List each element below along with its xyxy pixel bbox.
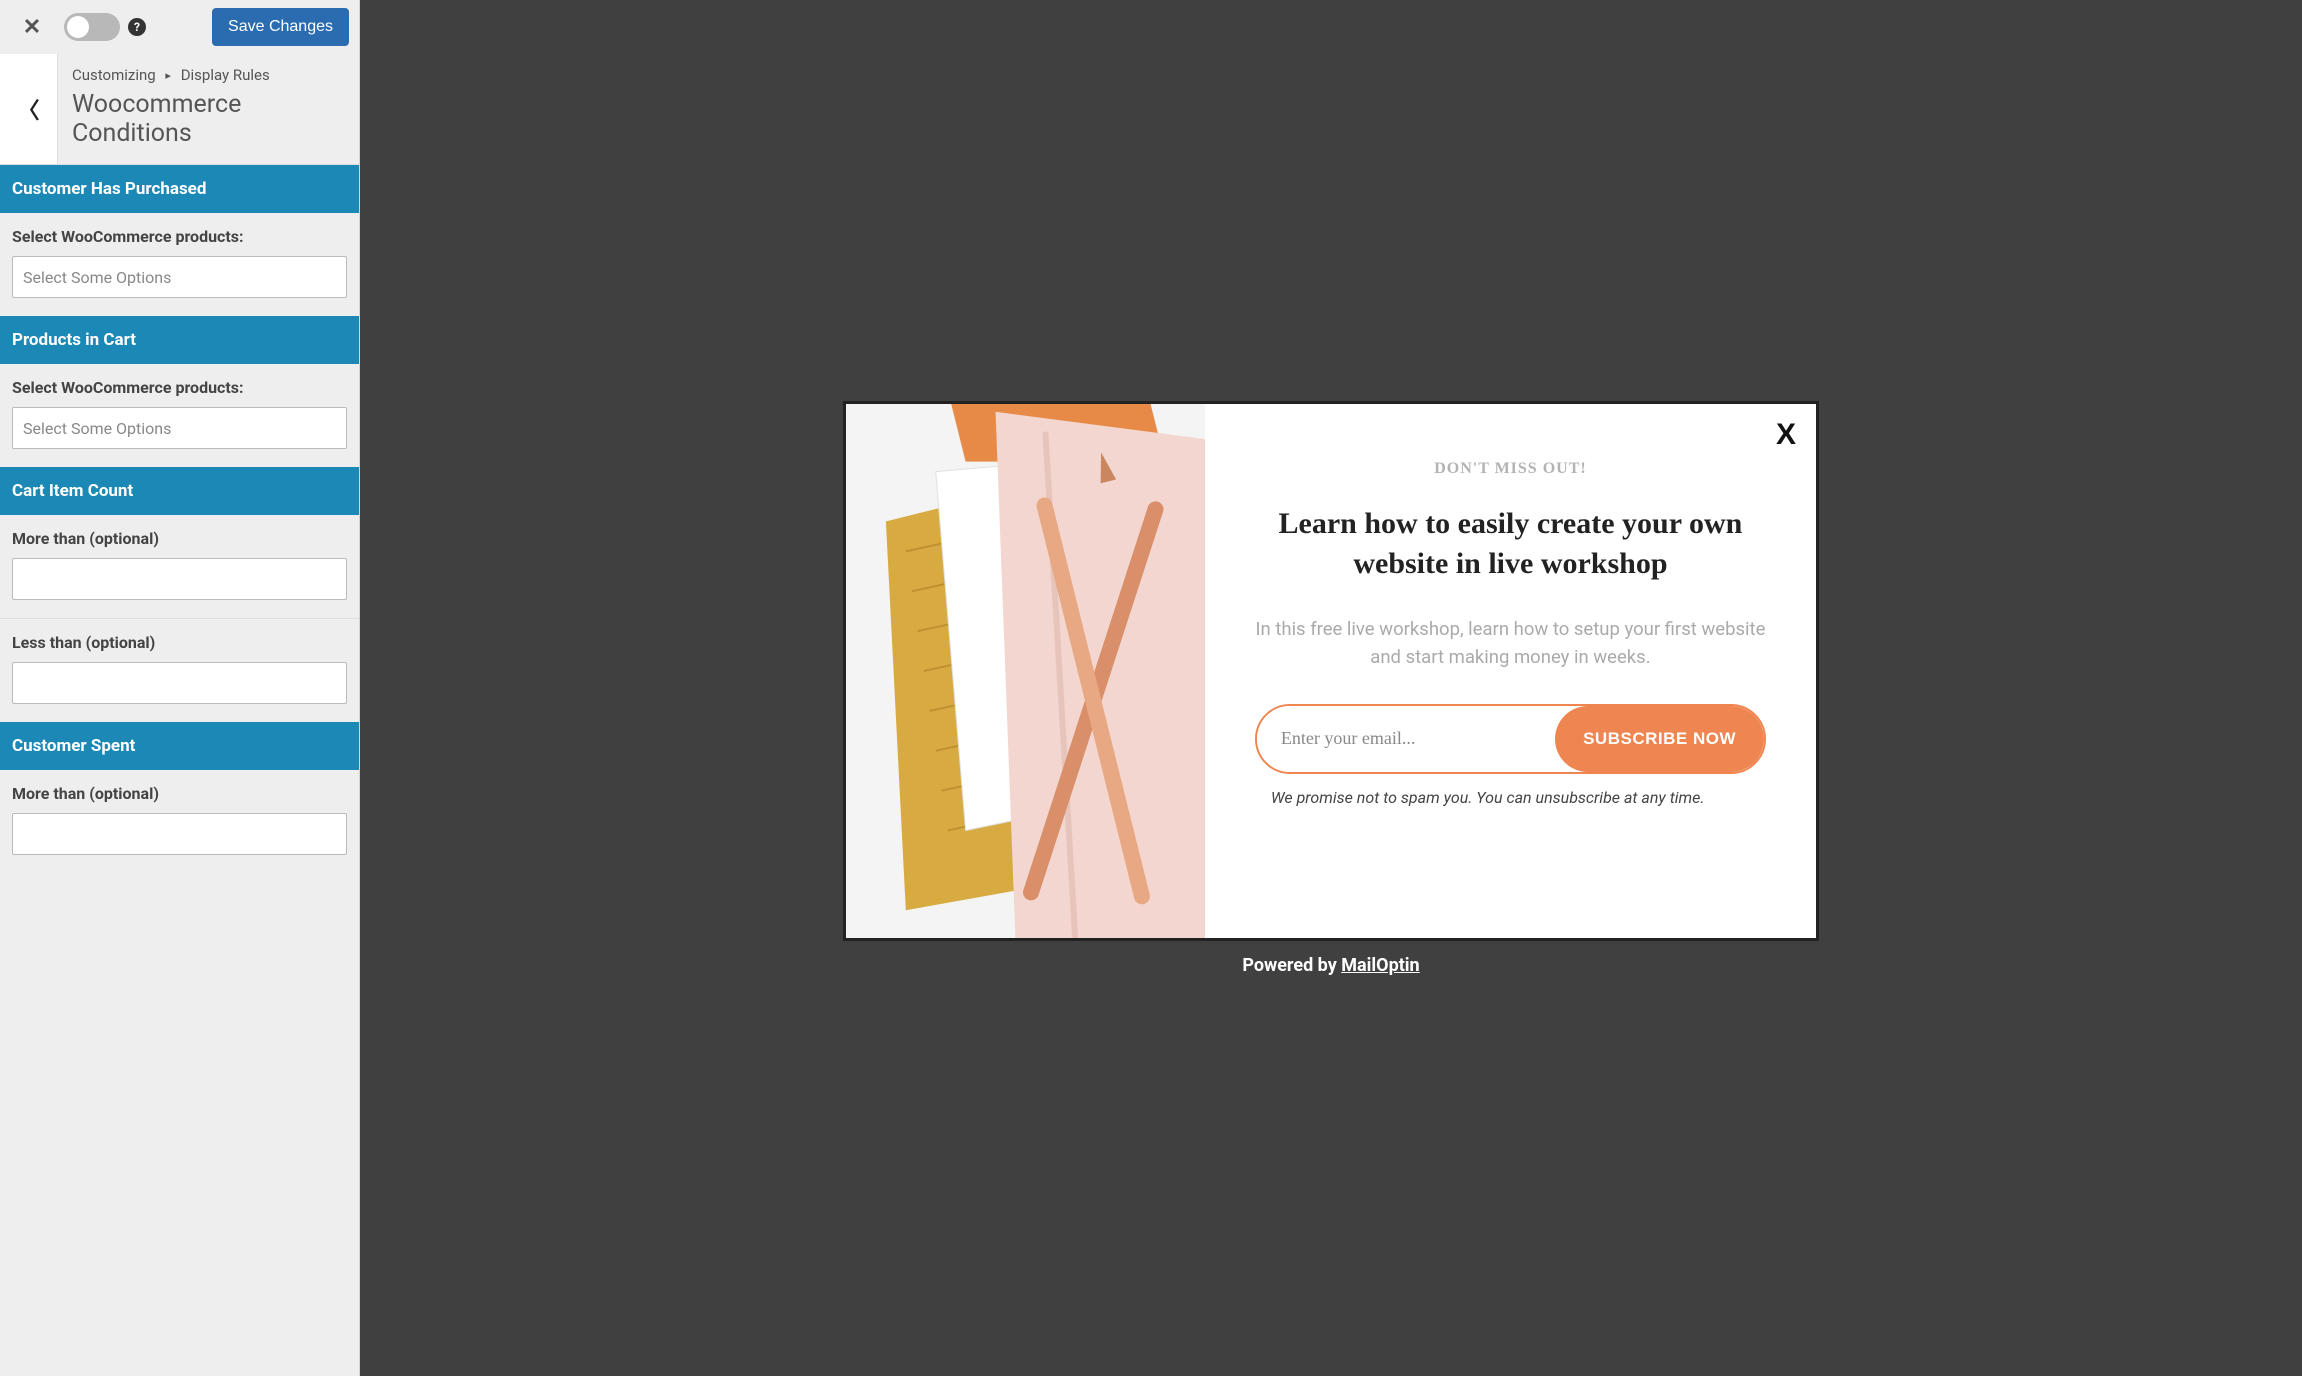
close-customizer-button[interactable]: ✕ xyxy=(10,9,54,45)
section-header-purchased: Customer Has Purchased xyxy=(0,165,359,213)
field-purchased-products: Select WooCommerce products: Select Some… xyxy=(0,213,359,316)
breadcrumb-sep-icon: ▸ xyxy=(165,69,171,82)
select-placeholder: Select Some Options xyxy=(23,419,171,438)
breadcrumb-root: Customizing xyxy=(72,66,156,84)
field-label: Less than (optional) xyxy=(12,633,347,652)
field-item-count-less: Less than (optional) xyxy=(0,618,359,722)
save-button[interactable]: Save Changes xyxy=(212,8,349,46)
breadcrumb-parent: Display Rules xyxy=(181,66,270,84)
in-cart-products-select[interactable]: Select Some Options xyxy=(12,407,347,449)
notebook-illustration xyxy=(846,404,1205,938)
modal-eyebrow: DON'T MISS OUT! xyxy=(1434,460,1587,478)
close-icon: X xyxy=(1776,418,1796,451)
item-count-less-input[interactable] xyxy=(12,662,347,704)
field-label: Select WooCommerce products: xyxy=(12,227,347,246)
field-label: More than (optional) xyxy=(12,784,347,803)
email-form: SUBSCRIBE NOW xyxy=(1255,704,1766,774)
back-button[interactable]: 〈 xyxy=(0,54,58,164)
field-item-count-more: More than (optional) xyxy=(0,515,359,618)
chevron-left-icon: 〈 xyxy=(17,93,39,125)
powered-prefix: Powered by xyxy=(1242,955,1341,976)
section-header-in-cart: Products in Cart xyxy=(0,316,359,364)
preview-pane: X xyxy=(360,0,2302,1376)
item-count-more-input[interactable] xyxy=(12,558,347,600)
customizer-sidebar: ✕ ? Save Changes 〈 Customizing ▸ Display… xyxy=(0,0,360,1376)
modal-disclaimer: We promise not to spam you. You can unsu… xyxy=(1271,788,1705,807)
modal-headline: Learn how to easily create your own webs… xyxy=(1255,504,1766,585)
breadcrumb-text: Customizing ▸ Display Rules Woocommerce … xyxy=(58,54,359,164)
powered-by: Powered by MailOptin xyxy=(1242,955,1419,976)
powered-brand-link[interactable]: MailOptin xyxy=(1341,955,1419,976)
modal-subhead: In this free live workshop, learn how to… xyxy=(1255,615,1766,672)
help-icon[interactable]: ? xyxy=(128,18,146,36)
page-title: Woocommerce Conditions xyxy=(72,90,345,148)
field-label: Select WooCommerce products: xyxy=(12,378,347,397)
breadcrumb: Customizing ▸ Display Rules xyxy=(72,66,345,84)
optin-modal: X xyxy=(843,401,1819,941)
close-icon: ✕ xyxy=(23,15,41,40)
section-header-item-count: Cart Item Count xyxy=(0,467,359,515)
modal-image xyxy=(846,404,1205,938)
section-header-spent: Customer Spent xyxy=(0,722,359,770)
purchased-products-select[interactable]: Select Some Options xyxy=(12,256,347,298)
status-toggle[interactable] xyxy=(64,13,120,41)
select-placeholder: Select Some Options xyxy=(23,268,171,287)
modal-body: DON'T MISS OUT! Learn how to easily crea… xyxy=(1205,404,1816,938)
field-in-cart-products: Select WooCommerce products: Select Some… xyxy=(0,364,359,467)
field-label: More than (optional) xyxy=(12,529,347,548)
breadcrumb-area: 〈 Customizing ▸ Display Rules Woocommerc… xyxy=(0,54,359,165)
toggle-area: ? xyxy=(64,13,202,41)
sidebar-scroll[interactable]: Customer Has Purchased Select WooCommerc… xyxy=(0,165,359,1376)
customizer-topbar: ✕ ? Save Changes xyxy=(0,0,359,54)
spent-more-input[interactable] xyxy=(12,813,347,855)
email-field[interactable] xyxy=(1257,706,1555,772)
modal-close-button[interactable]: X xyxy=(1776,418,1796,452)
field-spent-more: More than (optional) xyxy=(0,770,359,873)
subscribe-button[interactable]: SUBSCRIBE NOW xyxy=(1555,706,1764,772)
